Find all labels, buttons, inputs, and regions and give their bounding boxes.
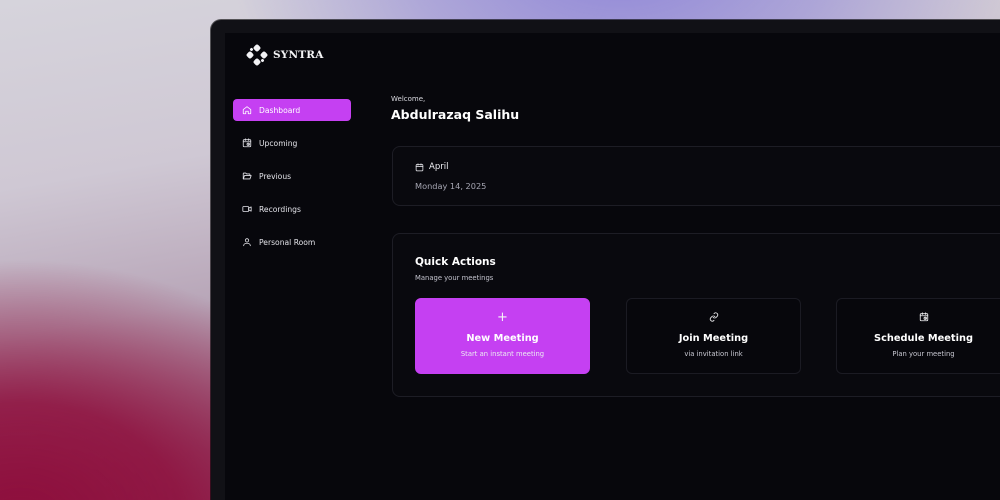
sidebar-item-dashboard[interactable]: Dashboard — [233, 99, 351, 121]
sidebar-item-label: Dashboard — [259, 105, 301, 115]
calendar-clock-icon — [919, 312, 928, 322]
action-subtitle: Start an instant meeting — [460, 350, 545, 358]
calendar-icon — [415, 162, 424, 171]
action-title: Join Meeting — [678, 333, 749, 344]
brand-name: SYNTRA — [273, 49, 324, 61]
join-meeting-button[interactable]: Join Meeting via invitation link — [626, 298, 801, 374]
action-title: New Meeting — [466, 333, 539, 344]
sidebar-item-personal-room[interactable]: Personal Room — [233, 231, 351, 253]
folder-open-icon — [242, 172, 252, 180]
date-month: April — [429, 162, 449, 172]
new-meeting-button[interactable]: + New Meeting Start an instant meeting — [415, 298, 590, 374]
action-title: Schedule Meeting — [874, 333, 973, 344]
sidebar-item-label: Upcoming — [259, 138, 298, 148]
brand-logo[interactable]: SYNTRA — [245, 43, 324, 67]
welcome-greeting: Welcome, — [391, 95, 426, 103]
action-subtitle: via invitation link — [684, 350, 743, 358]
home-icon — [242, 106, 252, 115]
plus-icon: + — [497, 309, 508, 325]
date-card: April Monday 14, 2025 — [392, 146, 1000, 206]
app-window: SYNTRA Dashboard Upcoming Previous Recor… — [225, 33, 1000, 500]
sidebar-item-recordings[interactable]: Recordings — [233, 198, 351, 220]
quick-actions-title: Quick Actions — [415, 256, 496, 268]
quick-actions-subtitle: Manage your meetings — [415, 274, 494, 282]
sidebar: Dashboard Upcoming Previous Recordings P… — [233, 99, 351, 264]
sidebar-item-label: Recordings — [259, 204, 301, 214]
quick-actions-card: Quick Actions Manage your meetings + New… — [392, 233, 1000, 397]
user-name: Abdulrazaq Salihu — [391, 107, 520, 122]
calendar-clock-icon — [242, 138, 252, 148]
video-icon — [242, 206, 252, 212]
action-subtitle: Plan your meeting — [892, 350, 955, 358]
sidebar-item-label: Personal Room — [259, 237, 316, 247]
link-icon — [709, 312, 718, 322]
sidebar-item-label: Previous — [259, 171, 292, 181]
schedule-meeting-button[interactable]: Schedule Meeting Plan your meeting — [836, 298, 1000, 374]
user-icon — [243, 238, 251, 247]
logo-icon — [245, 43, 269, 67]
sidebar-item-previous[interactable]: Previous — [233, 165, 351, 187]
date-full: Monday 14, 2025 — [415, 181, 487, 191]
sidebar-item-upcoming[interactable]: Upcoming — [233, 132, 351, 154]
